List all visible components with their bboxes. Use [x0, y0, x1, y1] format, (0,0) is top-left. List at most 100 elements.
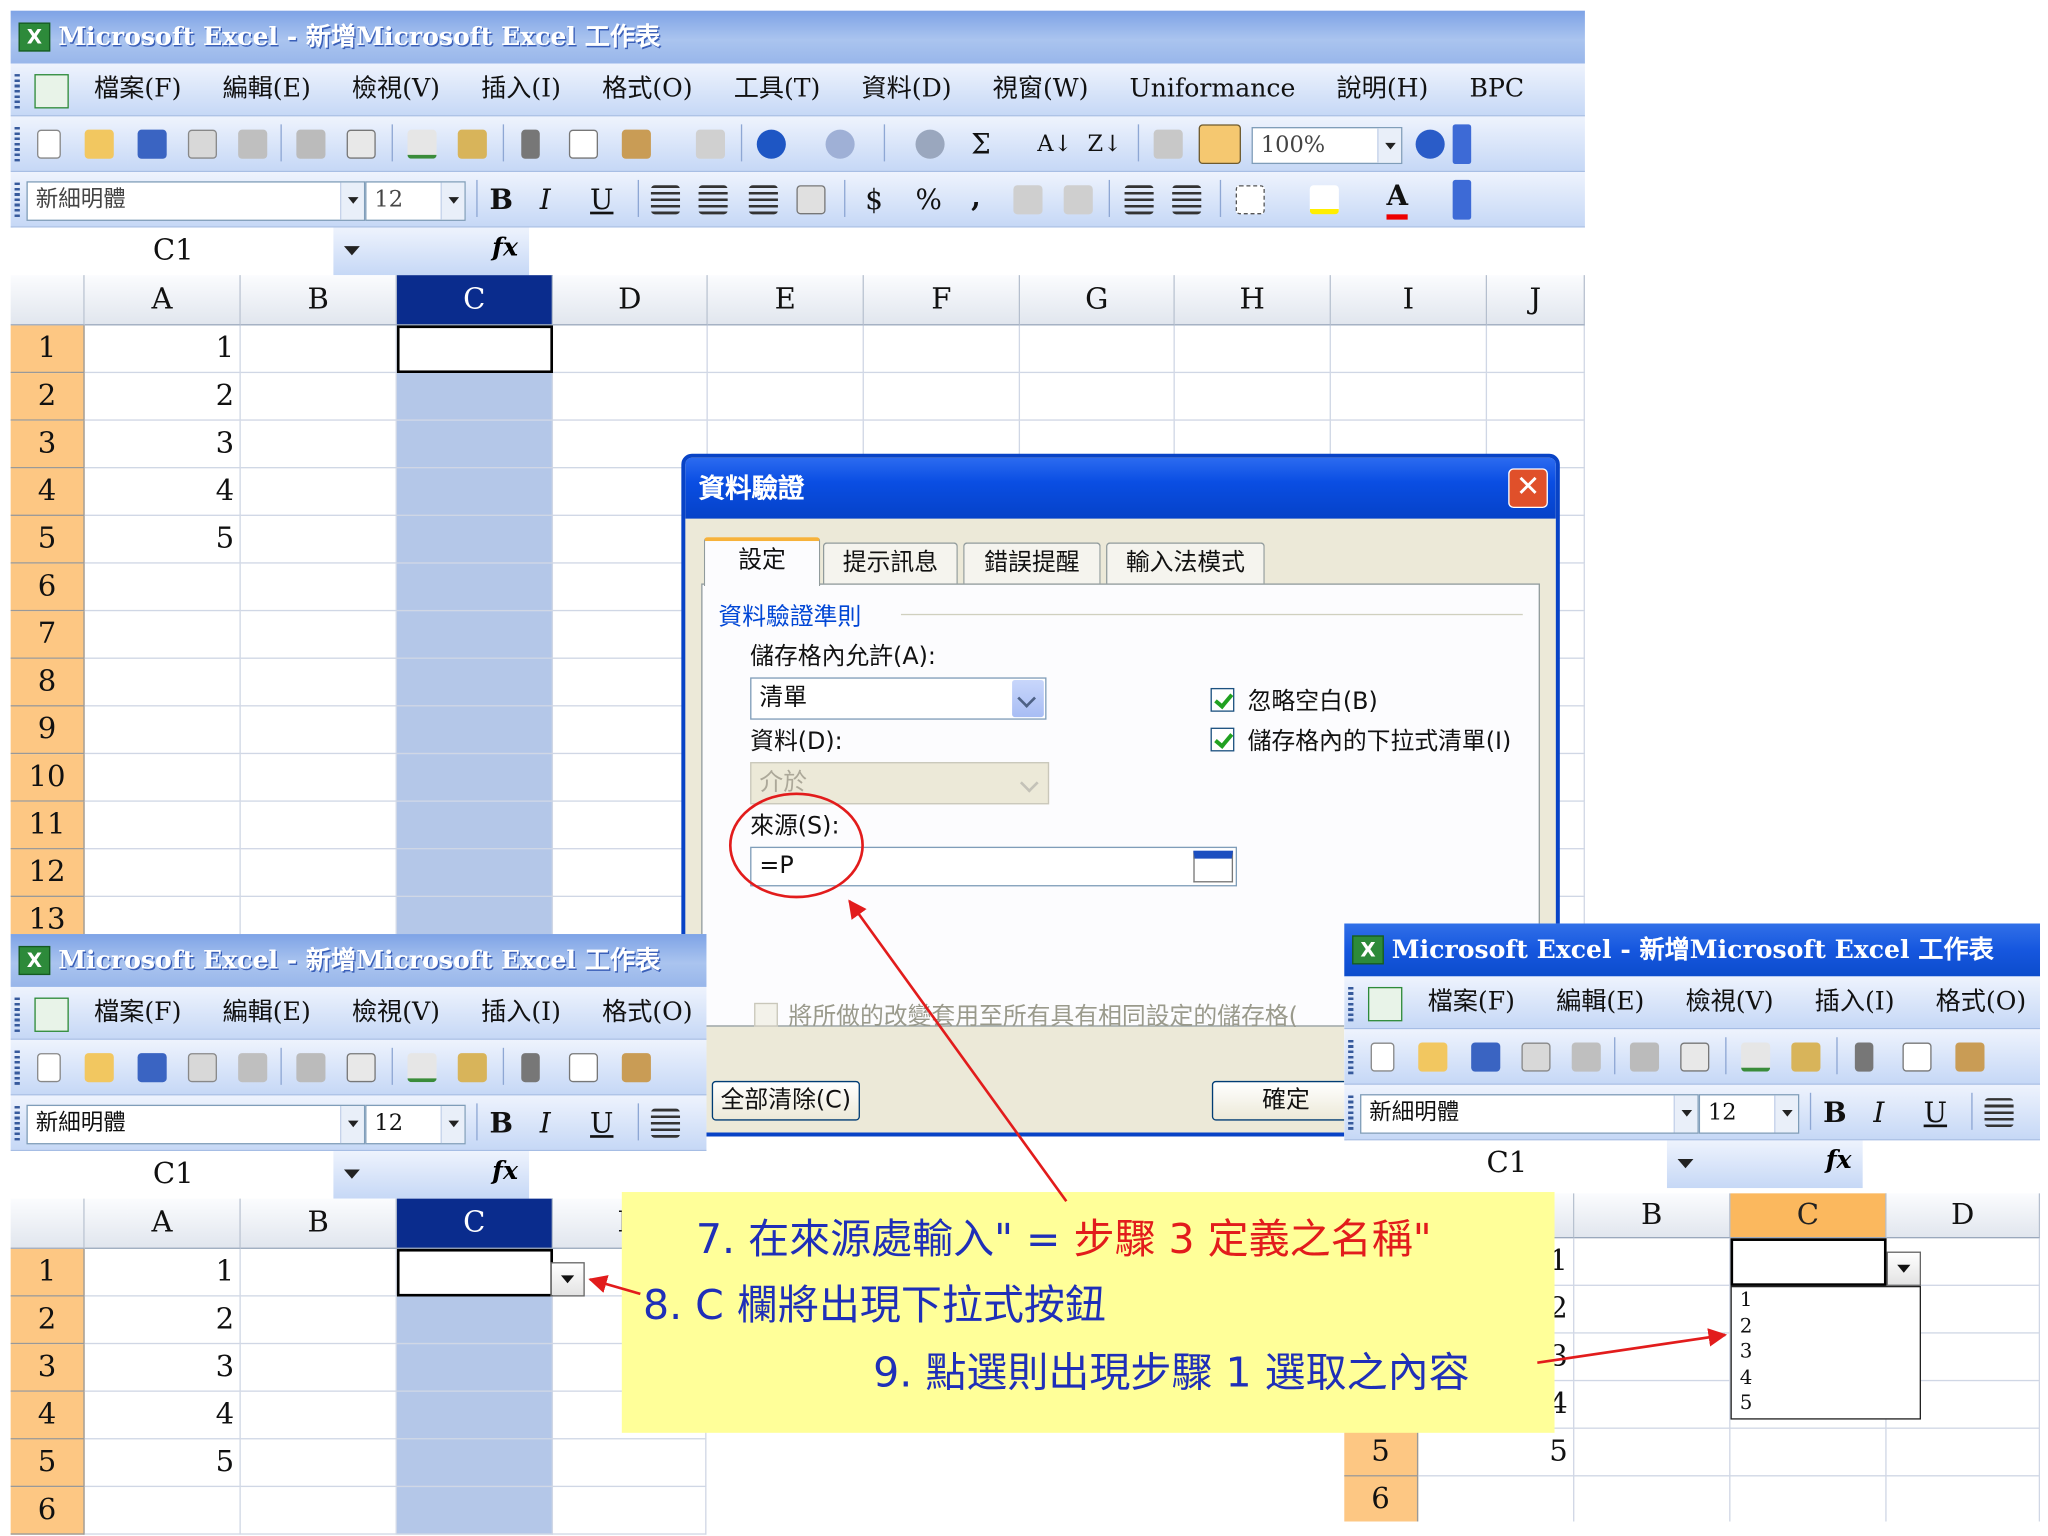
row-header[interactable]: 12 [10, 849, 85, 897]
table-cell[interactable]: 3 [84, 420, 241, 469]
close-icon[interactable]: ✕ [1508, 468, 1548, 509]
table-cell[interactable] [396, 373, 554, 421]
formula-input[interactable] [529, 227, 1585, 276]
hyperlink-icon[interactable] [915, 129, 945, 159]
table-cell[interactable] [240, 1391, 397, 1440]
column-header[interactable]: F [863, 275, 1021, 326]
email-icon[interactable] [238, 1053, 268, 1083]
row-header[interactable]: 5 [1344, 1428, 1419, 1477]
table-cell[interactable] [1887, 1476, 2041, 1522]
save-icon[interactable] [1471, 1042, 1501, 1072]
row-header[interactable]: 3 [10, 420, 85, 469]
menu-window[interactable]: 視窗(W) [993, 64, 1089, 114]
menu-view[interactable]: 檢視(V) [352, 987, 440, 1037]
font-name-select[interactable]: 新細明體 [26, 181, 366, 221]
table-cell[interactable] [1330, 373, 1488, 421]
font-name-select[interactable]: 新細明體 [1360, 1094, 1699, 1134]
table-cell[interactable] [84, 563, 241, 612]
table-cell[interactable] [240, 1296, 397, 1345]
font-size-dropdown-icon[interactable] [440, 182, 465, 220]
paste-icon[interactable] [621, 1053, 651, 1083]
row-header[interactable]: 7 [10, 611, 85, 659]
fx-icon[interactable]: fx [492, 233, 518, 262]
menu-insert[interactable]: 插入(I) [1815, 976, 1895, 1026]
dropdown-option[interactable]: 3 [1732, 1339, 1920, 1365]
menu-uniformance[interactable]: Uniformance [1130, 64, 1296, 114]
table-cell[interactable] [240, 611, 397, 659]
chart-wizard-icon[interactable] [1153, 129, 1183, 159]
align-left-icon[interactable] [650, 1108, 681, 1138]
table-cell[interactable] [1174, 373, 1331, 421]
table-cell[interactable] [396, 611, 554, 659]
name-box[interactable]: C1 [13, 227, 334, 276]
name-box-dropdown-icon[interactable] [343, 1169, 360, 1187]
table-cell[interactable] [553, 325, 708, 374]
table-cell[interactable] [240, 373, 397, 421]
menu-view[interactable]: 檢視(V) [352, 64, 440, 114]
bold-button[interactable]: B [490, 1103, 513, 1143]
table-cell[interactable] [1574, 1238, 1731, 1286]
font-size-select[interactable]: 12 [365, 181, 466, 221]
dropdown-option[interactable]: 5 [1732, 1390, 1920, 1416]
new-icon[interactable] [37, 129, 61, 159]
tab-input-message[interactable]: 提示訊息 [822, 542, 958, 585]
copy-icon[interactable] [1902, 1042, 1932, 1072]
print-icon[interactable] [296, 1053, 326, 1083]
table-cell[interactable] [84, 1487, 241, 1535]
name-box-dropdown-icon[interactable] [1677, 1158, 1694, 1176]
menu-bpc[interactable]: BPC [1470, 64, 1525, 114]
row-header[interactable]: 2 [10, 373, 85, 421]
row-header[interactable]: 11 [10, 801, 85, 850]
column-header[interactable]: C [396, 1198, 554, 1249]
redo-icon[interactable] [825, 129, 855, 159]
align-center-icon[interactable] [698, 185, 728, 215]
row-header[interactable]: 1 [10, 1248, 85, 1297]
font-name-dropdown-icon[interactable] [340, 182, 364, 220]
table-cell[interactable] [84, 706, 241, 755]
spelling-icon[interactable] [407, 1053, 437, 1083]
table-cell[interactable] [240, 563, 397, 612]
table-cell[interactable] [84, 801, 241, 850]
table-cell[interactable] [1418, 1476, 1575, 1522]
ignore-blank-checkbox[interactable] [1210, 687, 1235, 712]
menu-edit[interactable]: 編輯(E) [223, 987, 311, 1037]
table-cell[interactable]: 1 [84, 1248, 241, 1297]
table-cell[interactable] [1020, 373, 1175, 421]
table-cell[interactable] [240, 1344, 397, 1392]
print-icon[interactable] [296, 129, 326, 159]
table-cell[interactable] [396, 420, 554, 469]
comma-button[interactable]: , [971, 177, 981, 217]
formula-input[interactable] [1862, 1140, 2041, 1189]
new-icon[interactable] [37, 1053, 61, 1083]
table-cell[interactable] [396, 1439, 554, 1488]
menu-format[interactable]: 格式(O) [602, 64, 693, 114]
column-header[interactable]: G [1020, 275, 1175, 326]
table-cell[interactable]: 5 [84, 515, 241, 564]
table-cell[interactable] [1330, 325, 1488, 374]
email-icon[interactable] [1571, 1042, 1601, 1072]
column-header[interactable]: A [84, 275, 241, 326]
table-cell[interactable]: 5 [84, 1439, 241, 1488]
underline-button[interactable]: U [1924, 1093, 1947, 1133]
fx-icon[interactable]: fx [492, 1156, 518, 1185]
menu-insert[interactable]: 插入(I) [481, 64, 561, 114]
sheet-doc-icon[interactable] [1367, 986, 1403, 1021]
open-icon[interactable] [84, 129, 114, 159]
table-cell[interactable] [553, 373, 708, 421]
undo-icon[interactable] [756, 129, 786, 159]
new-icon[interactable] [1370, 1042, 1395, 1072]
menu-help[interactable]: 說明(H) [1337, 64, 1429, 114]
table-cell[interactable]: 1 [84, 325, 241, 374]
table-cell[interactable] [396, 1296, 554, 1345]
menu-data[interactable]: 資料(D) [862, 64, 952, 114]
table-cell[interactable] [84, 754, 241, 802]
row-header[interactable]: 1 [10, 325, 85, 374]
table-cell[interactable] [396, 1344, 554, 1392]
table-cell[interactable] [863, 325, 1021, 374]
font-name-select[interactable]: 新細明體 [26, 1104, 366, 1145]
dropdown-option[interactable]: 4 [1732, 1365, 1920, 1391]
permission-icon[interactable] [1521, 1042, 1551, 1072]
print-preview-icon[interactable] [346, 1053, 376, 1083]
autosum-icon[interactable]: Σ [971, 124, 991, 164]
paste-icon[interactable] [1955, 1042, 1985, 1072]
